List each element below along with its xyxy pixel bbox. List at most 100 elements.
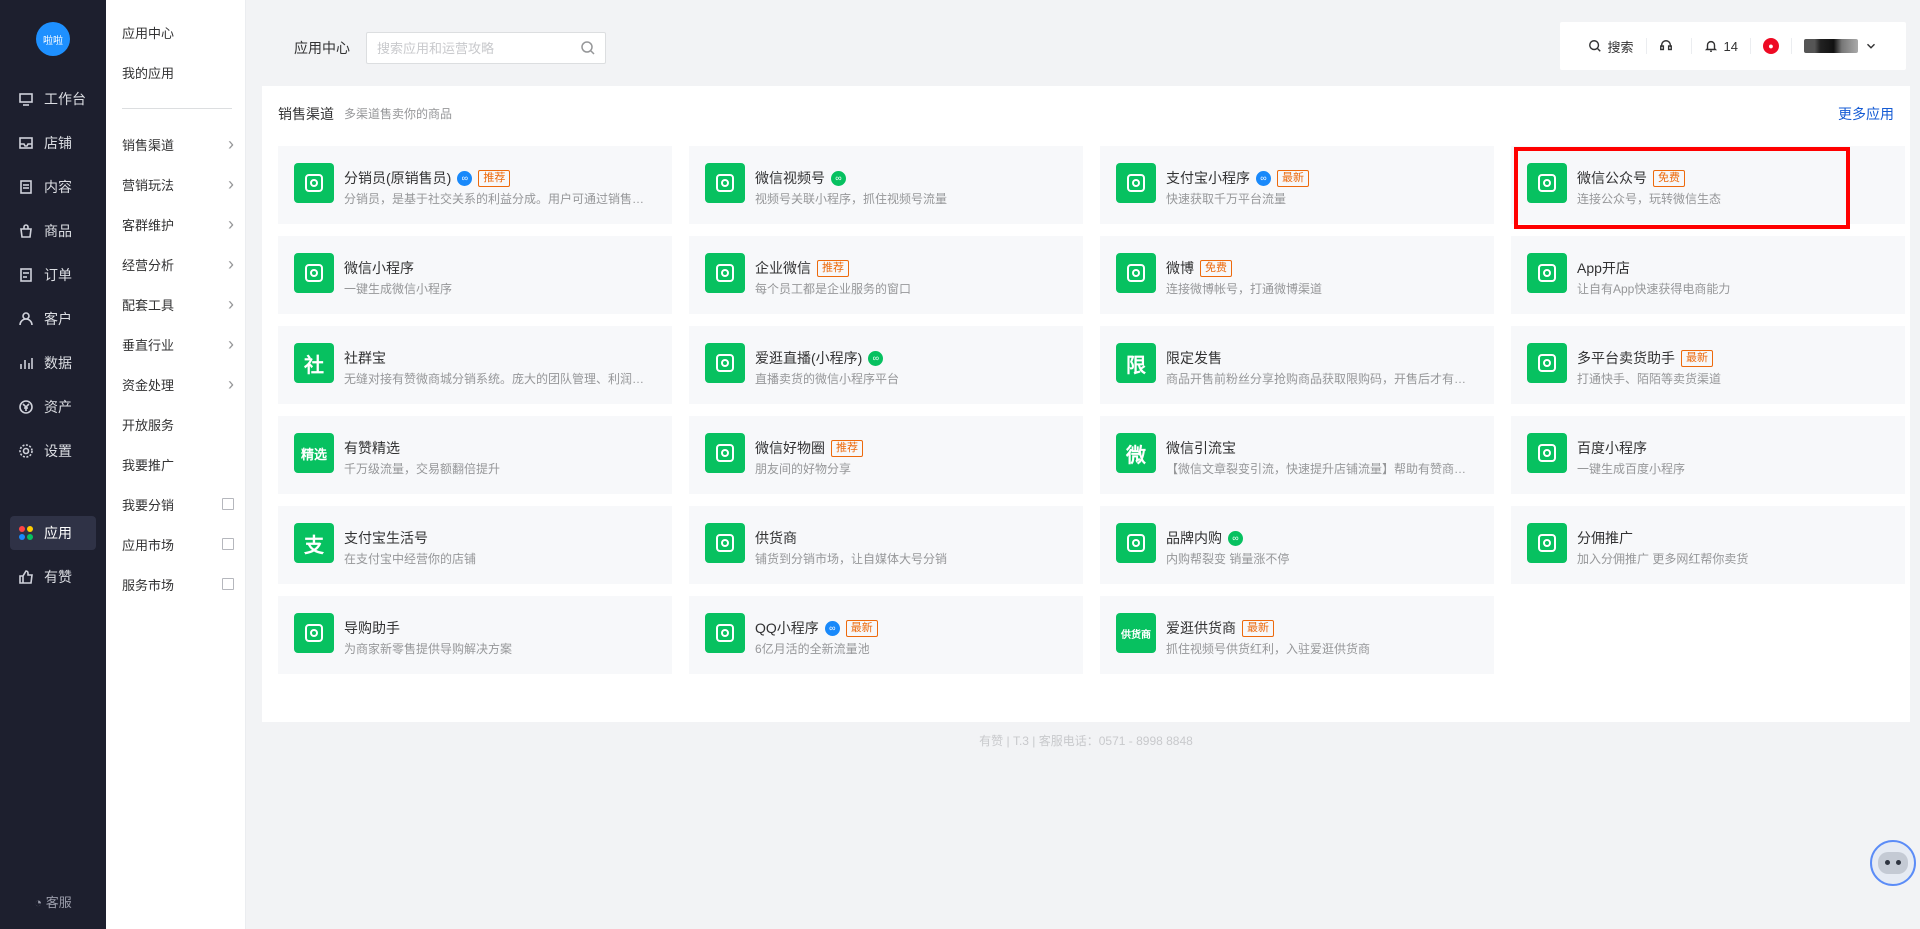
app-icon-glyph: 精选 [300,446,327,462]
page-title: 应用中心 [294,40,350,56]
link-badge-icon: ∞ [831,170,846,186]
app-name: 爱逛供货商 [1166,620,1236,636]
subnav-item[interactable]: 垂直行业 › [122,330,238,358]
nav-item-3[interactable]: 商品 [10,214,96,248]
subnav-item-label: 应用市场 [122,537,175,553]
assistant-robot-button[interactable] [1870,840,1916,886]
customer-service-link[interactable]: ◔ 客服 [0,892,106,911]
nav-item-0[interactable]: 工作台 [10,82,96,116]
app-card[interactable]: 精选 有赞精选千万级流量，交易额翻倍提升 [278,416,672,494]
subnav-item[interactable]: 我的应用 [122,58,238,86]
subnav-item[interactable]: 营销玩法 › [122,170,238,198]
app-card[interactable]: 微信小程序 一键生成微信小程序 [278,236,672,314]
app-card[interactable]: 百度小程序 一键生成百度小程序 [1511,416,1905,494]
app-card[interactable]: 支付宝小程序 ∞ 最新 快速获取千万平台流量 [1100,146,1494,224]
nav-item-5[interactable]: 客户 [10,302,96,336]
more-apps-link[interactable]: 更多应用 [1838,104,1894,124]
external-link-icon [222,578,234,590]
app-description: 铺货到分销市场，让自媒体大号分销 [755,552,948,566]
app-description: 快速获取千万平台流量 [1166,192,1287,206]
chevron-right-icon: › [228,213,234,234]
global-search-button[interactable]: 搜索 [1576,38,1647,55]
platform-badge-icon: ∞ [824,620,840,636]
nav-item-9[interactable]: 应用 [10,516,96,550]
notification-button[interactable]: 14 [1692,38,1751,54]
app-card[interactable]: 微信公众号 免费 连接公众号，玩转微信生态 [1511,146,1905,224]
app-grid: 分销员(原销售员)∞推荐分销员，是基于社交关系的利益分成。用户可通过销售员分享商… [278,146,1905,674]
subnav-item[interactable]: 我要分销 [122,490,238,518]
app-card[interactable]: 企业微信 推荐 每个员工都是企业服务的窗口 [689,236,1083,314]
app-name: 分销员(原销售员) [344,170,452,186]
subnav-item[interactable]: 客群维护 › [122,210,238,238]
apps-icon [18,525,34,541]
live-stream-icon [705,343,745,383]
subnav-item-label: 我要推广 [122,457,175,473]
app-name: 微博 [1166,260,1194,276]
app-card[interactable]: 分销员(原销售员) ∞ 推荐分销员，是基于社交关系的利益分成。用户可通过销售员分享商… [278,146,672,224]
nav-item-label: 资产 [44,399,72,415]
nav-item-1[interactable]: 店铺 [10,126,96,160]
search-input[interactable] [366,32,606,64]
app-card[interactable]: 限 限定发售 商品开售前粉丝分享抢购商品获取限购码，开售后才有资格购买 [1100,326,1494,404]
app-card[interactable]: QQ小程序 ∞ 最新 6亿月活的全新流量池 [689,596,1083,674]
subnav-item[interactable]: 开放服务 [122,410,238,438]
subnav-item-label: 我的应用 [122,65,175,81]
app-name: 品牌内购 [1166,530,1222,546]
platform-badge-icon: ∞ [457,170,473,186]
app-card[interactable]: 微 微信引流宝【微信文章裂变引流，快速提升店铺流量】帮助有赞商家实现引流 [1100,416,1494,494]
robot-icon [1878,852,1908,874]
nav-item-4[interactable]: 订单 [10,258,96,292]
app-card[interactable]: App开店 让自有App快速获得电商能力 [1511,236,1905,314]
subnav-item-label: 垂直行业 [122,337,175,353]
subnav-item-label: 客群维护 [122,217,175,233]
app-name: 微信引流宝 [1166,440,1236,456]
subnav-item[interactable]: 经营分析 › [122,250,238,278]
app-name: 有赞精选 [344,440,400,456]
app-card[interactable]: 导购助手 为商家新零售提供导购解决方案 [278,596,672,674]
search-icon[interactable] [580,40,596,56]
customer-service-label: 客服 [45,895,72,910]
app-card[interactable]: 社 社群宝 无缝对接有赞微商城分销系统。庞大的团队管理、利润分配功能 [278,326,672,404]
shop-logo[interactable]: 啦啦 [36,22,70,56]
app-card[interactable]: 分佣推广 加入分佣推广 更多网红帮你卖货 [1511,506,1905,584]
external-link-icon [222,538,234,550]
help-button[interactable] [1647,38,1692,54]
chart-icon [18,355,34,371]
app-tag: 最新 [1242,619,1274,637]
app-card[interactable]: 支 支付宝生活号 在支付宝中经营你的店铺 [278,506,672,584]
supplier-icon [705,523,745,563]
limited-sale-icon: 限 [1116,343,1156,383]
traffic-icon: 微 [1116,433,1156,473]
subnav-item[interactable]: 应用市场 [122,530,238,558]
nav-item-2[interactable]: 内容 [10,170,96,204]
subnav-item[interactable]: 配套工具 › [122,290,238,318]
app-card[interactable]: 微信好物圈 推荐 朋友间的好物分享 [689,416,1083,494]
subnav-item[interactable]: 应用中心 [122,18,238,46]
store-icon [18,135,34,151]
nav-item-8[interactable]: 设置 [10,434,96,468]
subnav-item[interactable]: 我要推广 [122,450,238,478]
nav-item-6[interactable]: 数据 [10,346,96,380]
subnav-item[interactable]: 资金处理 › [122,370,238,398]
app-icon-glyph: 限 [1126,354,1146,377]
subnav-item[interactable]: 销售渠道 › [122,130,238,158]
app-description: 无缝对接有赞微商城分销系统。庞大的团队管理、利润分配功能 [344,372,656,386]
app-description: 朋友间的好物分享 [755,462,852,476]
app-description: 千万级流量，交易额翻倍提升 [344,462,501,476]
app-card[interactable]: 爱逛直播(小程序) ∞ 直播卖货的微信小程序平台 [689,326,1083,404]
app-card[interactable]: 多平台卖货助手 最新 打通快手、陌陌等卖货渠道 [1511,326,1905,404]
commission-icon [1527,523,1567,563]
nav-item-label: 订单 [44,267,72,283]
app-card[interactable]: 供货商 爱逛供货商 最新 抓住视频号供货红利，入驻爱逛供货商 [1100,596,1494,674]
account-menu[interactable] [1792,38,1890,54]
nav-item-7[interactable]: 资产 [10,390,96,424]
subnav-item[interactable]: 服务市场 [122,570,238,598]
nav-item-10[interactable]: 有赞 [10,560,96,594]
app-card[interactable]: 供货商 铺货到分销市场，让自媒体大号分销 [689,506,1083,584]
promo-button[interactable]: ● [1751,38,1792,54]
app-name: 爱逛直播(小程序) [755,350,863,366]
app-card[interactable]: 微信视频号 ∞ 视频号关联小程序，抓住视频号流量 [689,146,1083,224]
app-card[interactable]: 品牌内购 ∞ 内购帮裂变 销量涨不停 [1100,506,1494,584]
app-card[interactable]: 微博 免费 连接微博帐号，打通微博渠道 [1100,236,1494,314]
aiguang-supplier-icon: 供货商 [1116,613,1156,653]
